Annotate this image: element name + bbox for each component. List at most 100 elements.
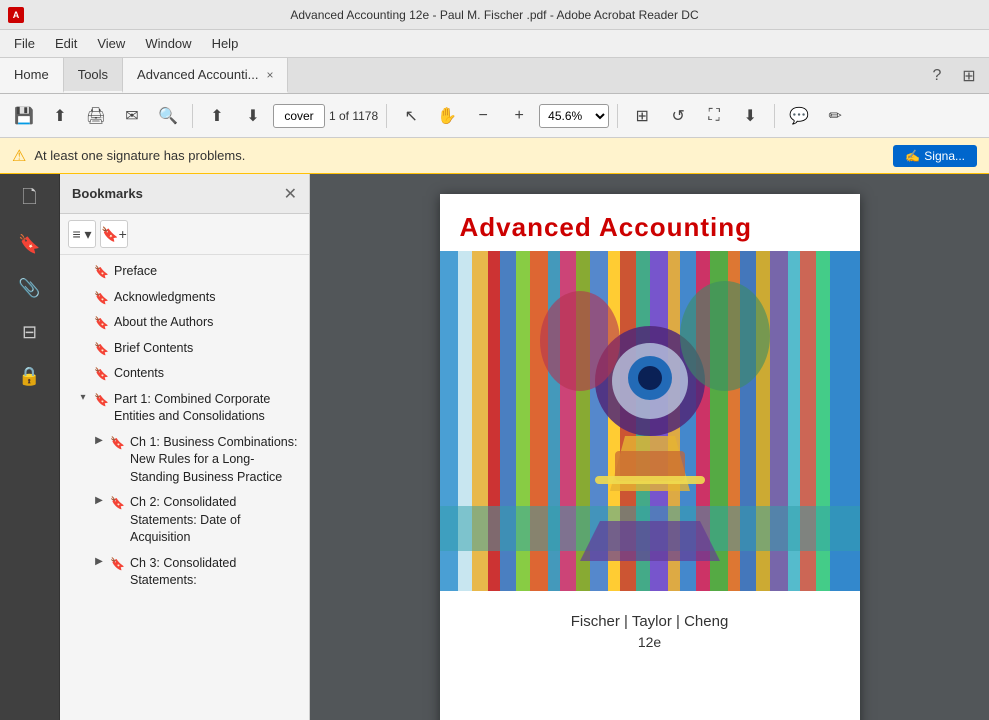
window-title: Advanced Accounting 12e - Paul M. Fische… — [290, 8, 698, 22]
menu-window[interactable]: Window — [135, 32, 201, 55]
cover-authors: Fischer | Taylor | Cheng — [460, 613, 840, 630]
signatures-panel-icon[interactable]: 🔒 — [12, 358, 48, 394]
bookmark-icon: 🔖 — [110, 495, 124, 509]
signature-pen-icon: ✍ — [905, 149, 920, 163]
expand-icon — [76, 365, 90, 379]
bookmarks-close-button[interactable]: ✕ — [284, 184, 297, 204]
bookmark-icon: 🔖 — [110, 435, 124, 449]
search-button[interactable]: 🔍 — [152, 100, 184, 132]
expand-icon — [76, 263, 90, 277]
bookmark-label: Brief Contents — [114, 340, 301, 358]
tab-bar: Home Tools Advanced Accounti... × ? ⊞ — [0, 58, 989, 94]
separator-1 — [192, 104, 193, 128]
signature-button[interactable]: ✍ Signa... — [893, 145, 977, 167]
bookmark-preface[interactable]: 🔖 Preface — [60, 259, 309, 285]
left-panel: 🗋 🔖 📎 ⊟ 🔒 — [0, 174, 60, 720]
print-button[interactable]: 🖨 — [80, 100, 112, 132]
expand-toggle-icon[interactable]: ▶ — [92, 434, 106, 448]
bookmark-label: Acknowledgments — [114, 289, 301, 307]
pdf-viewer[interactable]: Advanced Accounting — [310, 174, 989, 720]
zoom-out-button[interactable]: − — [467, 100, 499, 132]
bookmarks-title: Bookmarks — [72, 186, 143, 201]
add-bookmark-button[interactable]: 🔖+ — [100, 220, 128, 248]
edit-button[interactable]: ✏ — [819, 100, 851, 132]
cover-bottom: Fischer | Taylor | Cheng 12e — [440, 591, 860, 666]
expand-icon — [76, 314, 90, 328]
bookmark-label: Ch 2: Consolidated Statements: Date of A… — [130, 494, 301, 547]
bookmark-icon: 🔖 — [94, 341, 108, 355]
menu-view[interactable]: View — [87, 32, 135, 55]
zoom-in-button[interactable]: + — [503, 100, 535, 132]
comment-button[interactable]: 💬 — [783, 100, 815, 132]
scroll-down-button[interactable]: ⬇ — [237, 100, 269, 132]
thumbnail-panel-icon[interactable]: 🗋 — [12, 182, 48, 218]
pointer-tool[interactable]: ↖ — [395, 100, 427, 132]
save-button[interactable]: 💾 — [8, 100, 40, 132]
bookmarks-header: Bookmarks ✕ — [60, 174, 309, 214]
expand-icon — [76, 340, 90, 354]
separator-4 — [774, 104, 775, 128]
bookmark-label: Part 1: Combined Corporate Entities and … — [114, 391, 301, 426]
page-input-group: 1 of 1178 — [273, 104, 378, 128]
expand-all-button[interactable]: ≡ ▾ — [68, 220, 96, 248]
bookmark-part1[interactable]: ▾ 🔖 Part 1: Combined Corporate Entities … — [60, 387, 309, 430]
bookmark-about-authors[interactable]: 🔖 About the Authors — [60, 310, 309, 336]
tab-document[interactable]: Advanced Accounti... × — [123, 58, 288, 93]
toolbar: 💾 ⬆ 🖨 ✉ 🔍 ⬆ ⬇ 1 of 1178 ↖ ✋ − + 45.6% 50… — [0, 94, 989, 138]
page-count: 1 of 1178 — [329, 109, 378, 123]
help-icon[interactable]: ? — [925, 64, 949, 88]
bookmark-ch1[interactable]: ▶ 🔖 Ch 1: Business Combinations: New Rul… — [60, 430, 309, 491]
upload-button[interactable]: ⬆ — [44, 100, 76, 132]
tab-home[interactable]: Home — [0, 58, 64, 93]
signature-label: Signa... — [924, 149, 965, 163]
main-content: 🗋 🔖 📎 ⊟ 🔒 Bookmarks ✕ ≡ ▾ 🔖+ 🔖 Preface — [0, 174, 989, 720]
layers-panel-icon[interactable]: ⊟ — [12, 314, 48, 350]
separator-3 — [617, 104, 618, 128]
extract-button[interactable]: ⬇ — [734, 100, 766, 132]
bookmark-acknowledgments[interactable]: 🔖 Acknowledgments — [60, 285, 309, 311]
bookmark-contents[interactable]: 🔖 Contents — [60, 361, 309, 387]
bookmark-ch2[interactable]: ▶ 🔖 Ch 2: Consolidated Statements: Date … — [60, 490, 309, 551]
zoom-select[interactable]: 45.6% 50% 75% 100% 125% 150% 200% — [539, 104, 609, 128]
bookmark-ch3[interactable]: ▶ 🔖 Ch 3: Consolidated Statements: — [60, 551, 309, 594]
tab-close-button[interactable]: × — [266, 68, 273, 82]
title-bar: A Advanced Accounting 12e - Paul M. Fisc… — [0, 0, 989, 30]
fit-page-button[interactable]: ⊞ — [626, 100, 658, 132]
menu-edit[interactable]: Edit — [45, 32, 87, 55]
bookmark-brief-contents[interactable]: 🔖 Brief Contents — [60, 336, 309, 362]
email-button[interactable]: ✉ — [116, 100, 148, 132]
rotate-button[interactable]: ↺ — [662, 100, 694, 132]
cover-title: Advanced Accounting — [460, 212, 840, 243]
pdf-page: Advanced Accounting — [440, 194, 860, 720]
pan-tool[interactable]: ✋ — [431, 100, 463, 132]
cover-art-svg — [440, 251, 860, 591]
bookmark-icon: 🔖 — [94, 366, 108, 380]
separator-2 — [386, 104, 387, 128]
expand-toggle-icon[interactable]: ▶ — [92, 555, 106, 569]
fullscreen-button[interactable]: ⛶ — [698, 100, 730, 132]
bookmark-label: Ch 3: Consolidated Statements: — [130, 555, 301, 590]
bookmark-label: About the Authors — [114, 314, 301, 332]
cover-top: Advanced Accounting — [440, 194, 860, 251]
app-icon: A — [8, 7, 24, 23]
bookmarks-list[interactable]: 🔖 Preface 🔖 Acknowledgments 🔖 About the … — [60, 255, 309, 720]
bookmark-icon: 🔖 — [94, 315, 108, 329]
expand-toggle-icon[interactable]: ▶ — [92, 494, 106, 508]
tab-tools[interactable]: Tools — [64, 58, 123, 93]
bookmark-label: Preface — [114, 263, 301, 281]
warning-right: ✍ Signa... — [893, 145, 977, 167]
bookmark-icon: 🔖 — [94, 290, 108, 304]
bookmarks-panel-icon[interactable]: 🔖 — [12, 226, 48, 262]
bookmarks-panel: Bookmarks ✕ ≡ ▾ 🔖+ 🔖 Preface 🔖 Acknowled… — [60, 174, 310, 720]
cover-edition: 12e — [460, 634, 840, 650]
scroll-up-button[interactable]: ⬆ — [201, 100, 233, 132]
tab-bar-actions: ? ⊞ — [917, 58, 989, 93]
expand-toggle-icon[interactable]: ▾ — [76, 391, 90, 405]
warning-icon: ⚠ — [12, 146, 26, 166]
menu-help[interactable]: Help — [202, 32, 249, 55]
page-label-input[interactable] — [273, 104, 325, 128]
menu-file[interactable]: File — [4, 32, 45, 55]
attachments-panel-icon[interactable]: 📎 — [12, 270, 48, 306]
bookmark-icon: 🔖 — [110, 556, 124, 570]
expand-icon[interactable]: ⊞ — [957, 64, 981, 88]
